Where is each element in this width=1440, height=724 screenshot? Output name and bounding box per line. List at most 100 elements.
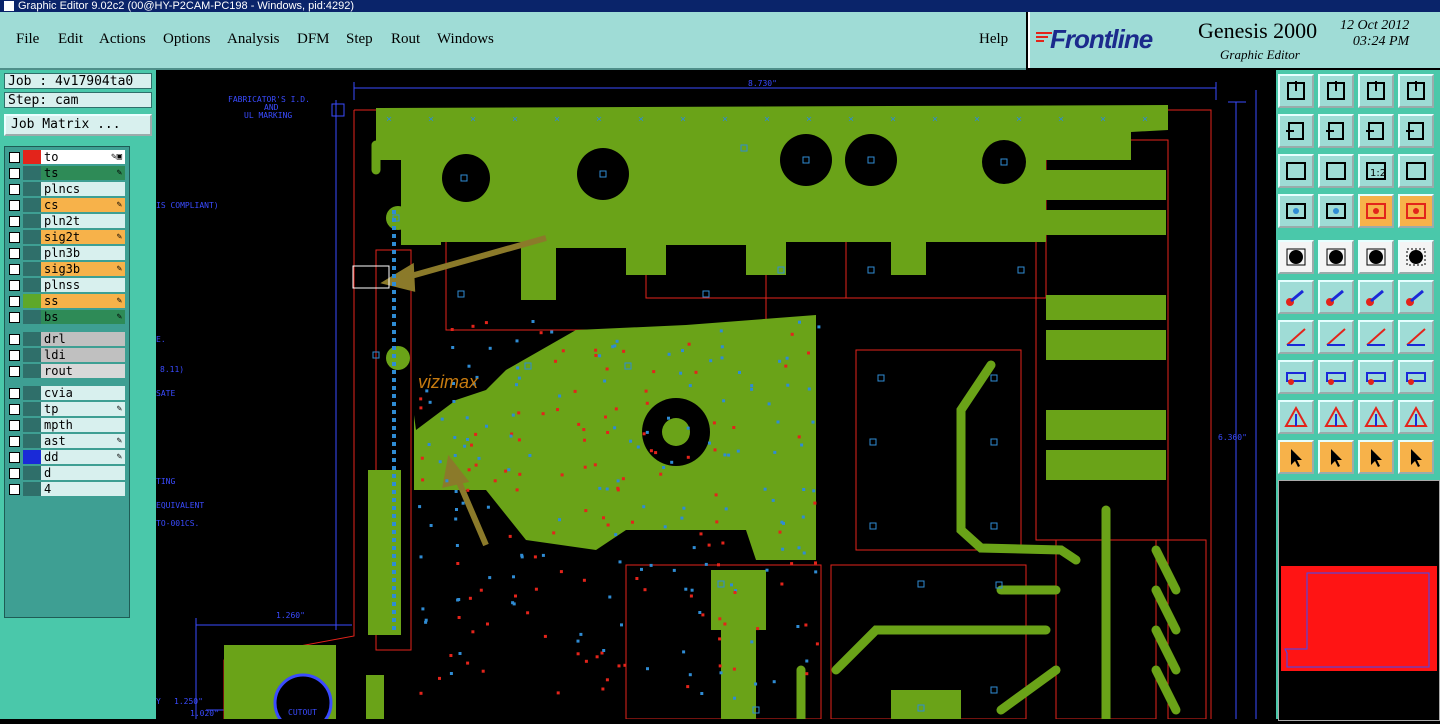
layer-checkbox[interactable] <box>9 366 20 377</box>
snap-tool-button[interactable] <box>1278 280 1314 314</box>
layer-checkbox[interactable] <box>9 184 20 195</box>
move-right-tool-button[interactable] <box>1318 114 1354 148</box>
minus-tool-button[interactable] <box>1318 360 1354 394</box>
layer-color-swatch[interactable] <box>23 310 41 324</box>
layer-checkbox[interactable] <box>9 468 20 479</box>
layer-name[interactable]: sig2t ✎ <box>41 230 125 244</box>
pcb-drawing[interactable]: × × × × × × × × × × × × × × × × × × × 8.730" 6.360" 1.260"… <box>156 70 1276 719</box>
select-pad-tool-button[interactable] <box>1398 240 1434 274</box>
layer-color-swatch[interactable] <box>23 418 41 432</box>
mirror-tool-button[interactable] <box>1358 114 1394 148</box>
ratio-1-2-tool-button[interactable]: 1:2 <box>1358 154 1394 188</box>
layer-row[interactable]: ts ✎ <box>7 166 127 180</box>
layer-name[interactable]: rout <box>41 364 125 378</box>
layer-row[interactable]: cvia <box>7 386 127 400</box>
layer-row[interactable]: plnss <box>7 278 127 292</box>
layer-checkbox[interactable] <box>9 280 20 291</box>
layer-color-swatch[interactable] <box>23 348 41 362</box>
triangle-tool-button[interactable] <box>1278 400 1314 434</box>
slash-tool-button[interactable] <box>1318 320 1354 354</box>
layer-color-swatch[interactable] <box>23 246 41 260</box>
layer-name[interactable]: drl <box>41 332 125 346</box>
layer-row[interactable]: to ✎▣ <box>7 150 127 164</box>
layer-row[interactable]: plncs <box>7 182 127 196</box>
layer-row[interactable]: ast ✎ <box>7 434 127 448</box>
window-tool-button[interactable] <box>1398 74 1434 108</box>
layer-checkbox[interactable] <box>9 404 20 415</box>
layer-compare-tool-button[interactable] <box>1358 194 1394 228</box>
move-left-tool-button[interactable] <box>1278 114 1314 148</box>
connect-tool-button[interactable] <box>1358 280 1394 314</box>
s-curve-tool-button[interactable] <box>1398 114 1434 148</box>
add-pad-tool-button[interactable] <box>1278 240 1314 274</box>
layer-up-tool-button[interactable] <box>1278 74 1314 108</box>
layer-name[interactable]: pln2t <box>41 214 125 228</box>
layer-color-swatch[interactable] <box>23 262 41 276</box>
layer-name[interactable]: to ✎▣ <box>41 150 125 164</box>
route-line-tool-button[interactable] <box>1318 240 1354 274</box>
layer-checkbox[interactable] <box>9 168 20 179</box>
layer-color-swatch[interactable] <box>23 278 41 292</box>
feature-tool-button[interactable] <box>1278 194 1314 228</box>
layer-row[interactable]: sig3b ✎ <box>7 262 127 276</box>
layer-color-swatch[interactable] <box>23 182 41 196</box>
layer-color-swatch[interactable] <box>23 294 41 308</box>
layer-checkbox[interactable] <box>9 350 20 361</box>
layer-row[interactable]: tp ✎ <box>7 402 127 416</box>
grid-tool-button[interactable] <box>1318 194 1354 228</box>
group-tool-button[interactable] <box>1398 360 1434 394</box>
layer-checkbox[interactable] <box>9 312 20 323</box>
layer-color-swatch[interactable] <box>23 466 41 480</box>
layer-color-swatch[interactable] <box>23 402 41 416</box>
menu-options[interactable]: Options <box>163 31 211 48</box>
menu-rout[interactable]: Rout <box>391 31 420 48</box>
layer-row[interactable]: rout <box>7 364 127 378</box>
layer-row[interactable]: d <box>7 466 127 480</box>
layer-name[interactable]: ss ✎ <box>41 294 125 308</box>
layer-color-swatch[interactable] <box>23 386 41 400</box>
layer-checkbox[interactable] <box>9 334 20 345</box>
cross-tool-button[interactable] <box>1318 280 1354 314</box>
layer-name[interactable]: ast ✎ <box>41 434 125 448</box>
layer-checkbox[interactable] <box>9 200 20 211</box>
layer-name[interactable]: sig3b ✎ <box>41 262 125 276</box>
layer-checkbox[interactable] <box>9 264 20 275</box>
menu-file[interactable]: File <box>16 31 39 48</box>
layer-checkbox[interactable] <box>9 420 20 431</box>
layer-name[interactable]: 4 <box>41 482 125 496</box>
layer-color-swatch[interactable] <box>23 482 41 496</box>
layer-checkbox[interactable] <box>9 216 20 227</box>
home-tool-button[interactable] <box>1358 74 1394 108</box>
layer-row[interactable]: pln3b <box>7 246 127 260</box>
layer-color-swatch[interactable] <box>23 150 41 164</box>
layer-row[interactable]: mpth <box>7 418 127 432</box>
layer-name[interactable]: ldi <box>41 348 125 362</box>
layer-row[interactable]: pln2t <box>7 214 127 228</box>
layer-checkbox[interactable] <box>9 436 20 447</box>
layer-color-swatch[interactable] <box>23 450 41 464</box>
layer-name[interactable]: pln3b <box>41 246 125 260</box>
menu-step[interactable]: Step <box>346 31 373 48</box>
rotate-tool-button[interactable] <box>1358 320 1394 354</box>
layer-color-swatch[interactable] <box>23 214 41 228</box>
layer-row[interactable]: cs ✎ <box>7 198 127 212</box>
layer-checkbox[interactable] <box>9 484 20 495</box>
menu-windows[interactable]: Windows <box>437 31 494 48</box>
board-overview[interactable] <box>1278 480 1440 721</box>
pcb-canvas[interactable]: × × × × × × × × × × × × × × × × × × × 8.730" 6.360" 1.260"… <box>156 70 1276 719</box>
layer-name[interactable]: d <box>41 466 125 480</box>
layer-color-swatch[interactable] <box>23 230 41 244</box>
layer-name[interactable]: plncs <box>41 182 125 196</box>
ruler-tool-button[interactable] <box>1358 240 1394 274</box>
layer-checkbox[interactable] <box>9 232 20 243</box>
layer-checkbox[interactable] <box>9 152 20 163</box>
layer-name[interactable]: bs ✎ <box>41 310 125 324</box>
help-tool-button[interactable] <box>1398 154 1434 188</box>
triangle-up-tool-button[interactable] <box>1318 400 1354 434</box>
menu-dfm[interactable]: DFM <box>297 31 330 48</box>
pad-move-tool-button[interactable] <box>1278 360 1314 394</box>
layer-checkbox[interactable] <box>9 248 20 259</box>
layer-name[interactable]: cvia <box>41 386 125 400</box>
layer-color-swatch[interactable] <box>23 198 41 212</box>
layer-name[interactable]: mpth <box>41 418 125 432</box>
